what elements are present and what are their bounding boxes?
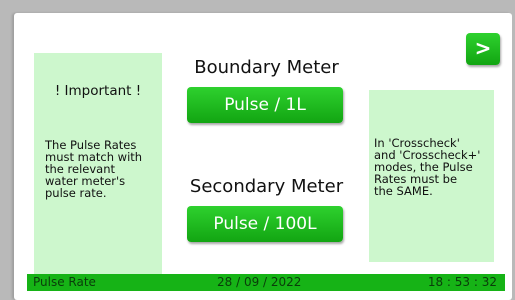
important-note-title: ! Important ! (54, 83, 142, 99)
boundary-meter-heading: Boundary Meter (194, 57, 339, 78)
important-note-body: The Pulse Rates must match with the rele… (45, 138, 143, 200)
crosscheck-note-panel: In 'Crosscheck' and 'Crosscheck+' modes,… (369, 90, 494, 262)
status-time: 18 : 53 : 32 (427, 275, 497, 289)
status-date: 28 / 09 / 2022 (217, 275, 302, 289)
next-button[interactable]: > (466, 33, 500, 65)
status-bar: Pulse Rate 28 / 09 / 2022 18 : 53 : 32 (27, 274, 505, 291)
important-note-panel: ! Important ! The Pulse Rates must match… (34, 53, 162, 274)
boundary-pulse-rate-button[interactable]: Pulse / 1L (187, 87, 343, 123)
touch-screen: ! Important ! The Pulse Rates must match… (14, 13, 512, 300)
secondary-meter-heading: Secondary Meter (189, 176, 344, 197)
status-screen-label: Pulse Rate (33, 275, 96, 289)
secondary-pulse-rate-button[interactable]: Pulse / 100L (187, 206, 343, 242)
